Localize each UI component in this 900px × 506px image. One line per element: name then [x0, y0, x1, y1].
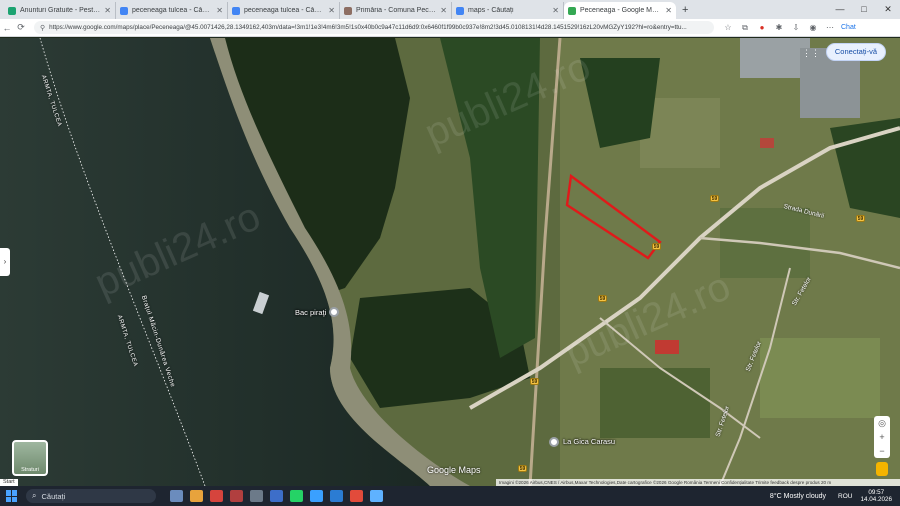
window-controls: — □ ✕ [828, 0, 900, 19]
clock[interactable]: 09:57 14.04.2026 [860, 489, 892, 504]
tab-close-icon[interactable]: ✕ [104, 6, 111, 15]
map-controls: ◎ + − [874, 416, 890, 458]
tab-close-icon[interactable]: ✕ [552, 6, 559, 15]
taskbar-app-icon[interactable] [290, 490, 303, 502]
tab-close-icon[interactable]: ✕ [328, 6, 335, 15]
tab-favicon-icon [568, 6, 576, 15]
start-tooltip: Start [0, 479, 18, 486]
profile-avatar[interactable]: ◉ [807, 23, 819, 33]
screen: Anunturi Gratuite - Peste 4 milioa✕pecen… [0, 0, 900, 506]
tab-title: Anunturi Gratuite - Peste 4 milioa [20, 7, 101, 14]
start-button[interactable] [6, 490, 18, 502]
place-label-bac-pirati[interactable]: Bac piraţi [295, 308, 326, 317]
taskbar-app-icon[interactable] [330, 490, 343, 502]
browser-tab[interactable]: Primăria - Comuna Peceneaga | Ju✕ [340, 2, 452, 19]
windows-taskbar: ⌕ Căutați 8°C Mostly cloudy ROU 09:57 14… [0, 486, 900, 506]
taskbar-app-icon[interactable] [170, 490, 183, 502]
street-view-pegman-icon[interactable] [876, 462, 888, 476]
tab-favicon-icon [232, 6, 240, 15]
back-button[interactable]: ← [0, 23, 14, 33]
tab-title: Peceneaga - Google Maps [580, 7, 663, 14]
layers-label: Straturi [21, 467, 39, 473]
map-attribution[interactable]: Imagini ©2026 Airbus,CNES / Airbus,Maxar… [496, 479, 900, 486]
expand-side-panel-button[interactable]: › [0, 248, 10, 276]
puzzle-icon[interactable]: ✱ [773, 23, 785, 33]
reload-button[interactable]: ⟳ [14, 22, 28, 33]
taskbar-app-icon[interactable] [370, 490, 383, 502]
taskbar-app-icon[interactable] [190, 490, 203, 502]
route-shield: 59 [598, 295, 607, 302]
clock-time: 09:57 [868, 488, 885, 496]
tab-title: peceneaga tulcea - Căutați [132, 7, 214, 14]
tab-title: maps - Căutați [468, 7, 514, 14]
google-maps-logo: Google Maps [427, 465, 481, 475]
satellite-map[interactable]: publi24.ro publi24.ro publi24.ro ARMTA, … [0, 38, 900, 486]
route-shield: 59 [856, 215, 865, 222]
maximize-button[interactable]: □ [852, 0, 876, 19]
tab-favicon-icon [8, 6, 16, 15]
taskbar-app-icon[interactable] [210, 490, 223, 502]
taskbar-app-icon[interactable] [270, 490, 283, 502]
compass-icon[interactable]: ◎ [878, 416, 886, 430]
bookmark-star-icon[interactable]: ☆ [722, 23, 734, 33]
browser-tab[interactable]: Anunturi Gratuite - Peste 4 milioa✕ [4, 2, 116, 19]
site-info-icon[interactable]: ⚲ [40, 24, 45, 32]
tab-favicon-icon [344, 6, 352, 15]
google-apps-icon[interactable]: ⋮⋮ [802, 48, 820, 59]
route-shield: 59 [518, 465, 527, 472]
tab-close-icon[interactable]: ✕ [216, 6, 223, 15]
zoom-in-button[interactable]: + [879, 430, 884, 444]
tab-favicon-icon [456, 6, 464, 15]
tab-close-icon[interactable]: ✕ [665, 6, 672, 15]
route-shield: 59 [530, 378, 539, 385]
pinned-extension-icon[interactable]: ● [756, 23, 768, 33]
browser-tab[interactable]: maps - Căutați ✕ [452, 2, 564, 19]
taskbar-app-icon[interactable] [250, 490, 263, 502]
tab-favicon-icon [120, 6, 128, 15]
place-label-la-gica-carasu[interactable]: La Gica Carasu [563, 437, 615, 446]
route-shield: 59 [652, 243, 661, 250]
route-shield: 59 [710, 195, 719, 202]
weather-widget[interactable]: 8°C Mostly cloudy [770, 493, 826, 500]
tab-close-icon[interactable]: ✕ [440, 6, 447, 15]
tab-title: peceneaga tulcea - Căutați Imagini [244, 7, 325, 14]
taskbar-search[interactable]: ⌕ Căutați [26, 489, 156, 503]
address-url: https://www.google.com/maps/place/Pecene… [49, 24, 687, 31]
language-indicator[interactable]: ROU [838, 493, 852, 500]
taskbar-app-icon[interactable] [310, 490, 323, 502]
taskbar-apps [170, 490, 390, 502]
taskbar-app-icon[interactable] [230, 490, 243, 502]
address-bar[interactable]: ⚲ https://www.google.com/maps/place/Pece… [34, 21, 714, 34]
place-pin-icon[interactable] [549, 437, 559, 447]
taskbar-search-label: Căutați [41, 491, 66, 501]
taskbar-app-icon[interactable] [350, 490, 363, 502]
browser-tab[interactable]: peceneaga tulcea - Căutați ✕ [116, 2, 228, 19]
new-tab-button[interactable]: + [676, 2, 694, 19]
map-imagery [0, 38, 900, 486]
copilot-chat-button[interactable]: Chat [841, 23, 856, 33]
browser-tab[interactable]: peceneaga tulcea - Căutați Imagini✕ [228, 2, 340, 19]
sign-in-button[interactable]: Conectați-vă [825, 43, 886, 61]
browser-tab[interactable]: Peceneaga - Google Maps ✕ [564, 2, 676, 19]
extension-icon[interactable]: ⧉ [739, 23, 751, 33]
browser-tab-strip: Anunturi Gratuite - Peste 4 milioa✕pecen… [0, 0, 900, 19]
extensions-area: ☆ ⧉ ● ✱ ⇩ ◉ ⋯ Chat [722, 23, 861, 33]
system-tray: 8°C Mostly cloudy ROU 09:57 14.04.2026 [770, 486, 896, 506]
browser-toolbar: ← ⟳ ⚲ https://www.google.com/maps/place/… [0, 19, 900, 37]
close-window-button[interactable]: ✕ [876, 0, 900, 19]
search-icon: ⌕ [32, 491, 37, 500]
tab-title: Primăria - Comuna Peceneaga | Ju [356, 7, 437, 14]
place-pin-icon[interactable] [329, 307, 339, 317]
layers-button[interactable]: Straturi [12, 440, 48, 476]
zoom-out-button[interactable]: − [879, 444, 884, 458]
minimize-button[interactable]: — [828, 0, 852, 19]
downloads-icon[interactable]: ⇩ [790, 23, 802, 33]
menu-dots-icon[interactable]: ⋯ [824, 23, 836, 33]
clock-date: 14.04.2026 [860, 496, 892, 503]
